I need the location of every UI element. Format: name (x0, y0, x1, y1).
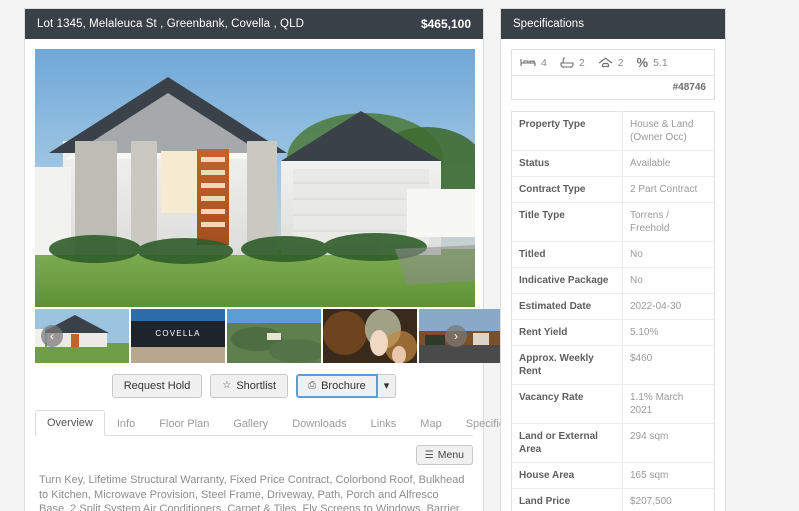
thumbnail-carousel[interactable]: ‹ COVELLA › (25, 309, 513, 363)
listing-id: #48746 (672, 82, 706, 93)
yield-value: 5.1 (653, 56, 668, 69)
thumbnail-1[interactable]: COVELLA (131, 309, 225, 363)
bed-icon (520, 57, 536, 68)
spec-key: Estimated Date (511, 293, 623, 320)
request-hold-button[interactable]: Request Hold (111, 374, 203, 398)
tab-map[interactable]: Map (408, 411, 453, 436)
table-row: Approx. Weekly Rent $460 (511, 345, 715, 385)
spec-key: Vacancy Rate (511, 384, 623, 424)
spec-value: 165 sqm (622, 462, 715, 489)
table-row: Land or External Area 294 sqm (511, 423, 715, 463)
bedrooms-value: 4 (541, 56, 547, 69)
tab-floor-plan[interactable]: Floor Plan (147, 411, 221, 436)
property-listing-page: Lot 1345, Melaleuca St , Greenbank, Cove… (0, 0, 799, 511)
specifications-header: Specifications (501, 9, 725, 39)
table-row: Status Available (511, 150, 715, 177)
table-row: Estimated Date 2022-04-30 (511, 293, 715, 320)
tab-links[interactable]: Links (359, 411, 409, 436)
table-row: Title Type Torrens / Freehold (511, 202, 715, 242)
carousel-prev-icon[interactable]: ‹ (41, 325, 63, 347)
table-row: Indicative Package No (511, 267, 715, 294)
listing-price: $465,100 (420, 17, 471, 31)
table-row: Property Type House & Land (Owner Occ) (511, 111, 715, 151)
specifications-title: Specifications (513, 18, 584, 30)
shortlist-button[interactable]: ☆ Shortlist (210, 374, 289, 398)
menu-label: Menu (437, 449, 464, 461)
table-row: House Area 165 sqm (511, 462, 715, 489)
action-buttons: Request Hold ☆ Shortlist ⎙ Brochure ▾ (25, 374, 483, 398)
specifications-table: Property Type House & Land (Owner Occ) S… (511, 111, 715, 511)
spec-key: Land or External Area (511, 423, 623, 463)
specifications-card: Specifications 4 2 2 % 5.1 #48746 Proper… (500, 8, 726, 511)
spec-key: House Area (511, 462, 623, 489)
thumbnail-3[interactable] (323, 309, 417, 363)
shortlist-label: Shortlist (236, 380, 277, 392)
tab-overview[interactable]: Overview (35, 410, 105, 436)
spec-key: Titled (511, 241, 623, 268)
tab-downloads[interactable]: Downloads (280, 411, 358, 436)
brochure-button[interactable]: ⎙ Brochure (296, 374, 378, 398)
brochure-button-group: ⎙ Brochure ▾ (296, 374, 397, 398)
bathrooms-stat: 2 (560, 57, 585, 69)
yield-stat: % 5.1 (637, 55, 668, 70)
spec-value: 2 Part Contract (622, 176, 715, 203)
table-row: Vacancy Rate 1.1% March 2021 (511, 384, 715, 424)
brochure-label: Brochure (321, 380, 366, 392)
listing-card: Lot 1345, Melaleuca St , Greenbank, Cove… (24, 8, 534, 511)
hero-image[interactable] (35, 49, 475, 307)
menu-button[interactable]: ☰ Menu (415, 445, 473, 465)
spec-value: House & Land (Owner Occ) (622, 111, 715, 151)
spec-key: Status (511, 150, 623, 177)
spec-key: Property Type (511, 111, 623, 151)
garage-car-icon (598, 57, 613, 69)
carousel-next-icon[interactable]: › (445, 325, 467, 347)
percent-icon: % (636, 55, 649, 70)
spec-value: $460 (622, 345, 715, 385)
hero-image-wrap (25, 39, 483, 307)
spec-value: 1.1% March 2021 (622, 384, 715, 424)
thumbnail-2[interactable] (227, 309, 321, 363)
bedrooms-stat: 4 (520, 57, 547, 69)
listing-header: Lot 1345, Melaleuca St , Greenbank, Cove… (25, 9, 483, 39)
carspaces-value: 2 (617, 56, 624, 69)
tab-info[interactable]: Info (105, 411, 147, 436)
table-row: Titled No (511, 241, 715, 268)
table-row: Rent Yield 5.10% (511, 319, 715, 346)
star-icon: ☆ (222, 380, 232, 391)
spec-value: No (622, 241, 715, 268)
spec-value: $207,500 (622, 488, 715, 511)
stats-box: 4 2 2 % 5.1 #48746 (511, 49, 715, 100)
spec-key: Title Type (511, 202, 623, 242)
brochure-dropdown-button[interactable]: ▾ (377, 374, 397, 398)
carspaces-stat: 2 (598, 57, 624, 69)
bath-icon (560, 57, 574, 68)
tab-gallery[interactable]: Gallery (221, 411, 280, 436)
spec-value: No (622, 267, 715, 294)
printer-icon: ⎙ (308, 380, 317, 391)
bathrooms-value: 2 (578, 56, 585, 69)
spec-value: Available (622, 150, 715, 177)
table-row: Land Price $207,500 (511, 488, 715, 511)
overview-description: Turn Key, Lifetime Structural Warranty, … (39, 474, 465, 511)
stats-row: 4 2 2 % 5.1 (512, 50, 714, 76)
spec-key: Approx. Weekly Rent (511, 345, 623, 385)
spec-key: Contract Type (511, 176, 623, 203)
spec-value: 5.10% (622, 319, 715, 346)
spec-value: 294 sqm (622, 423, 715, 463)
spec-value: Torrens / Freehold (622, 202, 715, 242)
spec-key: Land Price (511, 488, 623, 511)
covella-sign-text: COVELLA (155, 329, 200, 338)
table-row: Contract Type 2 Part Contract (511, 176, 715, 203)
tab-bar: Overview Info Floor Plan Gallery Downloa… (35, 410, 534, 436)
menu-row: ☰ Menu (25, 436, 483, 465)
specifications-body: 4 2 2 % 5.1 #48746 Property Type House &… (501, 39, 725, 511)
spec-value: 2022-04-30 (622, 293, 715, 320)
listing-address: Lot 1345, Melaleuca St , Greenbank, Cove… (37, 18, 304, 30)
hamburger-icon: ☰ (424, 449, 434, 461)
spec-key: Indicative Package (511, 267, 623, 294)
spec-key: Rent Yield (511, 319, 623, 346)
